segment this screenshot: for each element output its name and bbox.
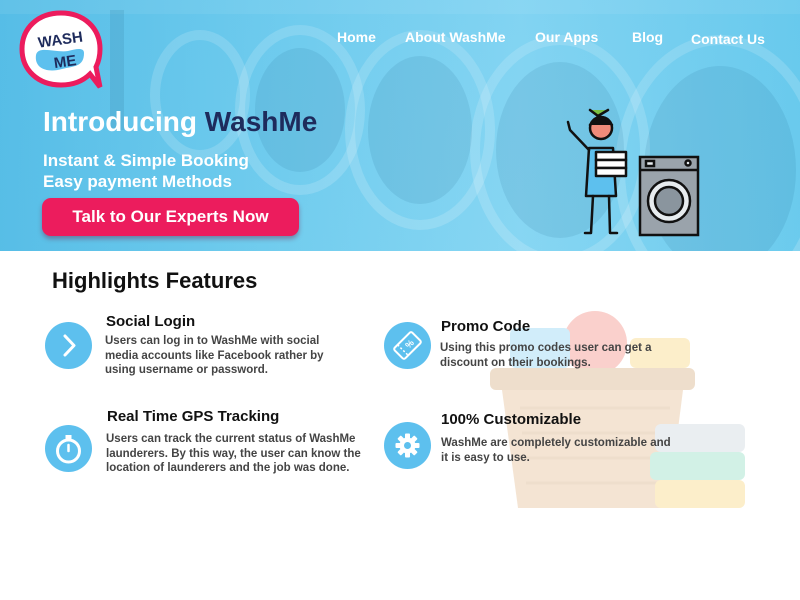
washme-logo[interactable]: WASH ME	[18, 9, 104, 91]
gps-tracking-icon-badge	[45, 425, 92, 472]
hero-title-prefix: Introducing	[43, 106, 197, 137]
hero-tagline-1: Instant & Simple Booking	[43, 151, 249, 170]
feature-title-promo-code: Promo Code	[441, 318, 531, 335]
nav-home[interactable]: Home	[337, 29, 376, 45]
feature-title-social-login: Social Login	[106, 313, 196, 330]
hero-title: Introducing WashMe	[43, 106, 317, 138]
talk-to-experts-button[interactable]: Talk to Our Experts Now	[42, 198, 299, 236]
nav-about-washme[interactable]: About WashMe	[405, 29, 506, 45]
feature-text-customizable: WashMe are completely customizable and i…	[441, 437, 671, 464]
promo-code-icon-badge: %	[384, 322, 431, 369]
hero-title-brand: WashMe	[204, 106, 318, 137]
nav-contact-us[interactable]: Contact Us	[691, 31, 765, 47]
logo-speech-bubble-icon: WASH ME	[19, 10, 103, 89]
social-login-icon-badge	[45, 322, 92, 369]
feature-title-gps-tracking: Real Time GPS Tracking	[107, 408, 280, 425]
chevron-right-icon	[63, 334, 76, 357]
hero-tagline-2: Easy payment Methods	[43, 172, 232, 191]
stopwatch-icon	[56, 435, 81, 464]
feature-text-gps-tracking: Users can track the current status of Wa…	[106, 433, 361, 474]
features-section-title: Highlights Features	[52, 268, 258, 293]
ticket-icon: %	[393, 331, 422, 360]
feature-text-promo-code: Using this promo codes user can get a di…	[440, 342, 652, 369]
customizable-icon-badge	[384, 422, 431, 469]
feature-title-customizable: 100% Customizable	[441, 411, 582, 428]
laundry-woman-washing-machine-illustration	[566, 108, 700, 237]
logo-text-me: ME	[53, 52, 78, 72]
gear-icon	[395, 433, 420, 458]
nav-our-apps[interactable]: Our Apps	[535, 29, 598, 45]
feature-text-social-login: Users can log in to WashMe with social m…	[105, 335, 324, 376]
main-navigation: Home About WashMe Our Apps Blog Contact …	[0, 29, 800, 49]
nav-blog[interactable]: Blog	[632, 29, 663, 45]
